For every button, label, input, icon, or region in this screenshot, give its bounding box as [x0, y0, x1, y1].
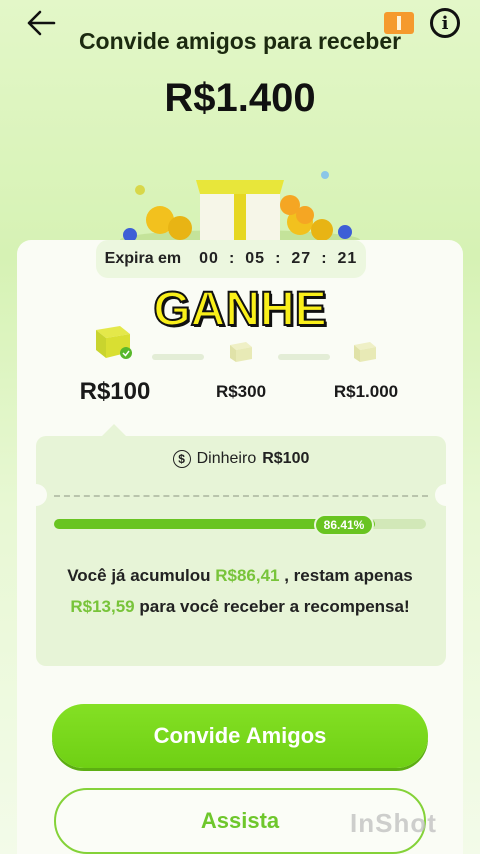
tier-1-box-icon[interactable]	[90, 320, 136, 360]
cash-reward-row: $ Dinheiro R$100	[36, 450, 446, 468]
cash-label: Dinheiro	[196, 450, 257, 467]
total-reward-amount: R$1.400	[164, 76, 316, 120]
ticket-notch-left	[25, 484, 47, 506]
progress-message: Você já acumulou R$86,41 , restam apenas…	[50, 560, 430, 622]
timer-seconds: 27	[291, 250, 312, 267]
timer-sep: :	[321, 250, 328, 267]
tier-connector	[278, 354, 330, 360]
message-text: Você já acumulou	[67, 566, 216, 585]
tier-2-box-icon[interactable]	[226, 338, 256, 364]
dashed-divider	[54, 495, 428, 497]
tier-label-1[interactable]: R$100	[70, 378, 160, 406]
message-text: para você receber a recompensa!	[134, 597, 410, 616]
panel-pointer	[102, 424, 126, 436]
ticket-notch-right	[435, 484, 457, 506]
watermark: InShot	[350, 808, 437, 838]
timer-extra: 21	[337, 250, 358, 267]
tier-3-box-icon[interactable]	[350, 338, 380, 364]
timer-minutes: 05	[245, 250, 266, 267]
tier-label-3[interactable]: R$1.000	[316, 382, 416, 402]
tier-label-2[interactable]: R$300	[196, 382, 286, 402]
cash-value: R$100	[262, 450, 310, 467]
remaining-amount: R$13,59	[70, 597, 135, 616]
dollar-icon: $	[172, 450, 191, 468]
reward-panel	[36, 436, 446, 666]
message-text: , restam apenas	[279, 566, 413, 585]
progress-percent-badge: 86.41%	[314, 514, 374, 536]
timer-sep: :	[228, 250, 236, 267]
invite-friends-button[interactable]: Convide Amigos	[52, 704, 428, 768]
page-title: Convide amigos para receber	[78, 28, 402, 54]
timer-sep: :	[275, 250, 282, 267]
gift-box-coins-illustration	[120, 171, 360, 250]
expiry-timer: Expira em 00 : 05 : 27 : 21	[96, 240, 366, 278]
timer-hours: 00	[199, 250, 219, 267]
tier-progress	[0, 320, 480, 380]
timer-label: Expira em	[104, 250, 182, 267]
accumulated-amount: R$86,41	[215, 566, 280, 585]
countdown: 00 : 05 : 27 : 21	[199, 250, 357, 268]
tier-connector	[152, 354, 204, 360]
